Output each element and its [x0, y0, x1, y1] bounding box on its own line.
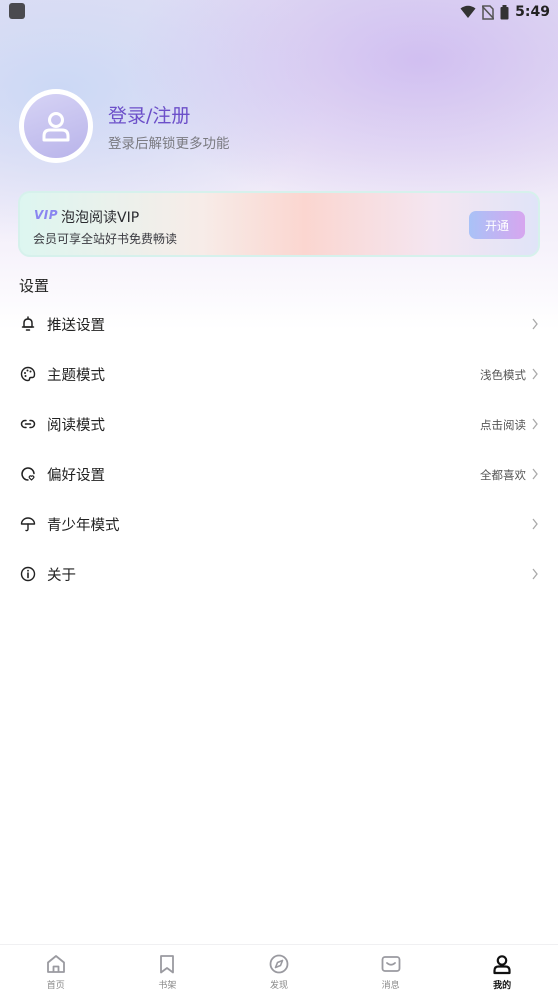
tab-label: 我的 — [493, 981, 512, 991]
status-bar: 5:49 — [0, 0, 558, 24]
chevron-right-icon — [532, 518, 538, 530]
bell-icon — [21, 316, 35, 331]
tab-bookshelf[interactable]: 书架 — [112, 945, 224, 993]
tab-discover[interactable]: 发现 — [223, 945, 335, 993]
vip-subtitle: 会员可享全站好书免费畅读 — [33, 232, 178, 246]
settings-section-title: 设置 — [19, 277, 50, 295]
setting-preference[interactable]: 偏好设置 全都喜欢 — [0, 449, 558, 499]
login-register-link[interactable]: 登录/注册 — [108, 101, 190, 128]
vip-title: 泡泡阅读VIP — [61, 210, 140, 226]
tab-label: 消息 — [381, 981, 400, 991]
setting-about[interactable]: 关于 — [0, 549, 558, 599]
chevron-right-icon — [532, 568, 538, 580]
user-icon — [493, 955, 511, 975]
wifi-icon — [460, 5, 476, 18]
tab-label: 书架 — [158, 981, 177, 991]
avatar[interactable] — [19, 89, 93, 163]
message-icon — [381, 956, 400, 972]
compass-icon — [269, 954, 289, 974]
setting-value: 全都喜欢 — [480, 468, 526, 482]
chevron-right-icon — [532, 318, 538, 330]
status-time: 5:49 — [515, 4, 550, 20]
chevron-right-icon — [532, 468, 538, 480]
status-indicators: 5:49 — [460, 2, 550, 22]
login-subtitle: 登录后解锁更多功能 — [108, 136, 230, 152]
setting-label: 关于 — [47, 568, 76, 584]
vip-activate-button[interactable]: 开通 — [469, 211, 525, 239]
setting-teen-mode[interactable]: 青少年模式 — [0, 499, 558, 549]
app-notification-icon — [9, 3, 25, 19]
tab-messages[interactable]: 消息 — [335, 945, 447, 993]
battery-icon — [500, 4, 509, 19]
vip-badge: VIP — [34, 208, 59, 222]
preference-icon — [21, 467, 35, 481]
setting-label: 阅读模式 — [47, 418, 105, 434]
tab-mine[interactable]: 我的 — [446, 945, 558, 993]
chevron-right-icon — [532, 368, 538, 380]
setting-label: 青少年模式 — [47, 518, 120, 534]
setting-label: 主题模式 — [47, 368, 105, 384]
setting-push[interactable]: 推送设置 — [0, 299, 558, 349]
info-icon — [20, 566, 36, 582]
setting-reading-mode[interactable]: 阅读模式 点击阅读 — [0, 399, 558, 449]
tab-label: 发现 — [269, 981, 288, 991]
setting-theme[interactable]: 主题模式 浅色模式 — [0, 349, 558, 399]
bottom-tab-bar: 首页 书架 发现 消息 我的 — [0, 944, 558, 993]
umbrella-icon — [20, 517, 36, 532]
no-sim-icon — [482, 4, 495, 20]
home-icon — [46, 955, 65, 973]
settings-list: 推送设置 主题模式 浅色模式 阅读模式 点击阅读 偏好设置 全都喜欢 青少年模式… — [0, 299, 558, 599]
tab-home[interactable]: 首页 — [0, 945, 112, 993]
user-avatar-icon — [42, 112, 70, 142]
setting-value: 浅色模式 — [480, 368, 526, 382]
palette-icon — [20, 366, 36, 382]
vip-card[interactable]: VIP 泡泡阅读VIP 会员可享全站好书免费畅读 开通 — [18, 191, 540, 257]
setting-label: 推送设置 — [47, 318, 105, 334]
setting-label: 偏好设置 — [47, 468, 105, 484]
bookmark-icon — [160, 955, 175, 974]
header-background — [0, 0, 558, 330]
setting-value: 点击阅读 — [480, 418, 526, 432]
tab-label: 首页 — [46, 981, 65, 991]
loop-icon — [20, 419, 36, 429]
chevron-right-icon — [532, 418, 538, 430]
